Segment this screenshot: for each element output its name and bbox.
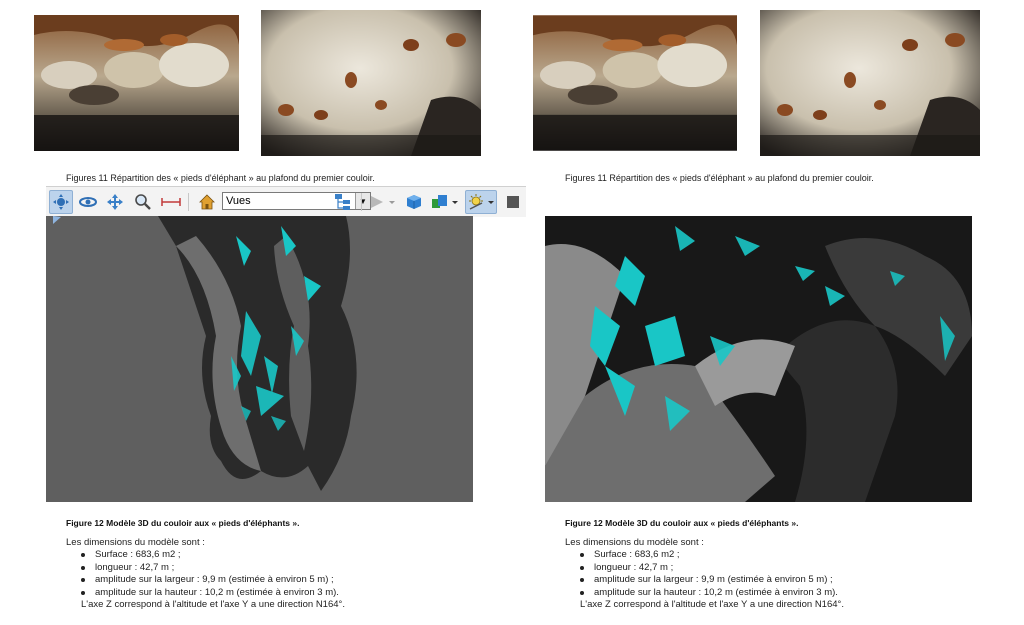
render-mode-icon[interactable] bbox=[429, 190, 461, 214]
list-item: Surface : 683,6 m2 ; bbox=[81, 549, 345, 561]
model-viewport-right[interactable] bbox=[545, 216, 972, 502]
toolbar-separator bbox=[188, 193, 189, 211]
model-viewport-left[interactable] bbox=[46, 216, 473, 502]
list-item: longueur : 42,7 m ; bbox=[81, 562, 345, 574]
measure-icon[interactable] bbox=[159, 190, 183, 214]
cave-photo-4 bbox=[760, 10, 980, 156]
light-icon[interactable] bbox=[465, 190, 497, 214]
stop-icon[interactable] bbox=[501, 190, 525, 214]
tree-icon[interactable] bbox=[331, 190, 355, 214]
views-select-value: Vues bbox=[226, 195, 251, 207]
dimensions-intro: Les dimensions du modèle sont : bbox=[565, 537, 704, 548]
dimensions-intro: Les dimensions du modèle sont : bbox=[66, 537, 205, 548]
list-item: amplitude sur la hauteur : 10,2 m (estim… bbox=[81, 587, 345, 599]
model-caption-left: Figure 12 Modèle 3D du couloir aux « pie… bbox=[66, 518, 300, 528]
dimensions-list: Surface : 683,6 m2 ; longueur : 42,7 m ;… bbox=[565, 549, 844, 599]
dimensions-block-right: Les dimensions du modèle sont : Surface … bbox=[565, 537, 844, 611]
zoom-icon[interactable] bbox=[131, 190, 155, 214]
cave-photo-2 bbox=[261, 10, 481, 156]
play-icon[interactable] bbox=[366, 190, 398, 214]
list-item: longueur : 42,7 m ; bbox=[580, 562, 844, 574]
view-indicator-icon bbox=[53, 216, 61, 224]
cave-photo-3 bbox=[533, 15, 737, 151]
dimensions-footer: L'axe Z correspond à l'altitude et l'axe… bbox=[580, 599, 844, 611]
photos-caption-right: Figures 11 Répartition des « pieds d'élé… bbox=[565, 173, 874, 183]
photos-caption-left: Figures 11 Répartition des « pieds d'élé… bbox=[66, 173, 375, 183]
cave-photo-1 bbox=[34, 15, 239, 151]
list-item: Surface : 683,6 m2 ; bbox=[580, 549, 844, 561]
model-caption-right: Figure 12 Modèle 3D du couloir aux « pie… bbox=[565, 518, 799, 528]
toolbar-separator bbox=[361, 193, 362, 211]
list-item: amplitude sur la largeur : 9,9 m (estimé… bbox=[580, 574, 844, 586]
pan-orbit-icon[interactable] bbox=[76, 190, 100, 214]
home-icon[interactable] bbox=[195, 190, 219, 214]
list-item: amplitude sur la hauteur : 10,2 m (estim… bbox=[580, 587, 844, 599]
rotate-icon[interactable] bbox=[49, 190, 73, 214]
dimensions-block-left: Les dimensions du modèle sont : Surface … bbox=[66, 537, 345, 611]
dimensions-footer: L'axe Z correspond à l'altitude et l'axe… bbox=[81, 599, 345, 611]
move-icon[interactable] bbox=[103, 190, 127, 214]
dimensions-list: Surface : 683,6 m2 ; longueur : 42,7 m ;… bbox=[66, 549, 345, 599]
list-item: amplitude sur la largeur : 9,9 m (estimé… bbox=[81, 574, 345, 586]
viewer-toolbar: Vues ▼ bbox=[46, 186, 526, 217]
cube-icon[interactable] bbox=[402, 190, 426, 214]
